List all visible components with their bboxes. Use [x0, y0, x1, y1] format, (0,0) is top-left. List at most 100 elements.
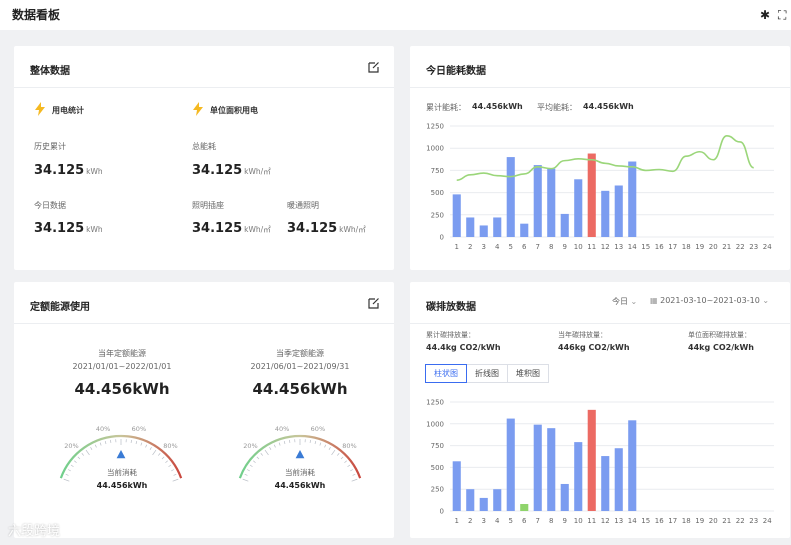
cumulative-energy-value: 44.456kWh [472, 102, 523, 111]
pin-icon[interactable]: ✱ [760, 8, 770, 22]
y-tick-label: 750 [431, 442, 444, 450]
section-unit-area-power: 单位面积用电 [210, 106, 258, 115]
date-range-picker[interactable]: ▦ 2021-03-10~2021-03-10 ⌄ [650, 296, 769, 305]
x-tick-label: 19 [695, 517, 704, 525]
cumulative-energy-label: 累计能耗： [426, 103, 466, 112]
x-tick-label: 22 [736, 517, 745, 525]
x-tick-label: 11 [587, 517, 596, 525]
period-select[interactable]: 今日 ⌄ [612, 296, 637, 307]
gauge-tick [278, 442, 281, 446]
divider [14, 323, 394, 324]
x-tick-label: 3 [482, 243, 486, 251]
annual-carbon-value: 446kg CO2/kWh [558, 343, 630, 352]
x-tick-label: 15 [641, 243, 650, 251]
gauge-tick-label: 40% [275, 425, 289, 433]
average-energy-value: 44.456kWh [583, 102, 634, 111]
bar [452, 194, 461, 237]
bar [574, 179, 583, 237]
bar [587, 409, 596, 511]
bar [533, 424, 542, 511]
gauge-tick [264, 449, 269, 456]
y-tick-label: 250 [431, 486, 444, 494]
gauge-tick [328, 446, 331, 450]
gauge-tick-label: 60% [311, 425, 325, 433]
edit-icon[interactable] [368, 61, 380, 73]
calendar-icon: ▦ [650, 296, 658, 305]
gauge-tick [152, 449, 157, 456]
x-tick-label: 18 [682, 243, 691, 251]
gauge-tick [351, 478, 358, 482]
quota-energy-card: 定额能源使用 当年定额能源 2021/01/01~2022/01/01 44.4… [14, 282, 394, 538]
divider [14, 87, 394, 88]
bar [614, 185, 623, 237]
x-tick-label: 7 [536, 517, 540, 525]
unit-area-carbon-value: 44kg CO2/kWh [688, 343, 754, 352]
total-carbon-value: 44.4kg CO2/kWh [426, 343, 501, 352]
unit-area-carbon-label: 单位面积碳排放量： [688, 331, 751, 339]
gauge-tick [67, 469, 71, 472]
bar [601, 190, 610, 237]
bar [628, 420, 637, 511]
lighting-socket-value: 34.125 kWh/㎡ [192, 221, 271, 236]
chart-type-tabs: 柱状图 折线图 堆积图 [425, 364, 549, 383]
history-total-label: 历史累计 [34, 142, 66, 151]
x-tick-label: 18 [682, 517, 691, 525]
gauge-tick [331, 449, 336, 456]
edit-icon[interactable] [368, 297, 380, 309]
quarter-quota-range: 2021/06/01~2021/09/31 [250, 362, 350, 371]
tab-bar-chart[interactable]: 柱状图 [425, 364, 467, 383]
gauge-tick [344, 460, 347, 463]
x-tick-label: 16 [655, 517, 664, 525]
tab-stacked-chart[interactable]: 堆积图 [507, 364, 549, 383]
gauge-tick [324, 444, 327, 448]
gauge-tick [173, 473, 177, 476]
x-tick-label: 24 [763, 243, 772, 251]
x-tick-label: 13 [614, 243, 623, 251]
x-tick-label: 23 [749, 517, 758, 525]
x-tick-label: 10 [574, 243, 583, 251]
gauge-tick-label: 20% [64, 442, 78, 450]
x-tick-label: 21 [722, 517, 731, 525]
bar [533, 165, 542, 237]
gauge-tick [94, 444, 97, 448]
gauge-tick [70, 464, 74, 468]
gauge-tick [140, 442, 143, 446]
bar [479, 225, 488, 237]
y-tick-label: 250 [431, 211, 444, 219]
x-tick-label: 22 [736, 243, 745, 251]
gauge-tick [77, 456, 81, 460]
today-data-label: 今日数据 [34, 201, 66, 210]
x-tick-label: 4 [495, 243, 500, 251]
x-tick-label: 17 [668, 243, 677, 251]
gauge-tick [352, 473, 356, 476]
section-power-stats: 用电统计 [52, 106, 84, 115]
today-energy-card: 今日能耗数据 累计能耗： 44.456kWh 平均能耗： 44.456kWh 0… [410, 46, 790, 270]
divider [410, 323, 790, 324]
fullscreen-icon[interactable]: ⛶ [778, 8, 786, 23]
y-tick-label: 0 [440, 508, 444, 516]
annual-quota-value: 44.456kWh [74, 380, 170, 398]
gauge-tick [350, 469, 354, 472]
gauge-tick [242, 478, 249, 482]
tab-line-chart[interactable]: 折线图 [466, 364, 508, 383]
y-tick-label: 1000 [426, 420, 444, 428]
x-tick-label: 16 [655, 243, 664, 251]
x-tick-label: 1 [455, 517, 459, 525]
gauge-tick [81, 453, 84, 456]
trend-line [456, 134, 755, 181]
x-tick-label: 9 [563, 517, 567, 525]
gauge-tick [256, 456, 260, 460]
x-tick-label: 3 [482, 517, 486, 525]
x-tick-label: 4 [495, 517, 500, 525]
y-tick-label: 500 [431, 464, 444, 472]
top-bar: 数据看板 ✱ ⛶ [0, 0, 791, 30]
gauge-tick [149, 446, 152, 450]
gauge-tick [161, 456, 165, 460]
y-tick-label: 750 [431, 167, 444, 175]
divider [410, 87, 790, 88]
history-total-value: 34.125 kWh [34, 163, 103, 178]
gauge-tick [347, 464, 351, 468]
quarter-quota-title: 当季定额能源 [276, 349, 324, 358]
x-tick-label: 19 [695, 243, 704, 251]
annual-carbon-label: 当年碳排放量： [558, 331, 607, 339]
